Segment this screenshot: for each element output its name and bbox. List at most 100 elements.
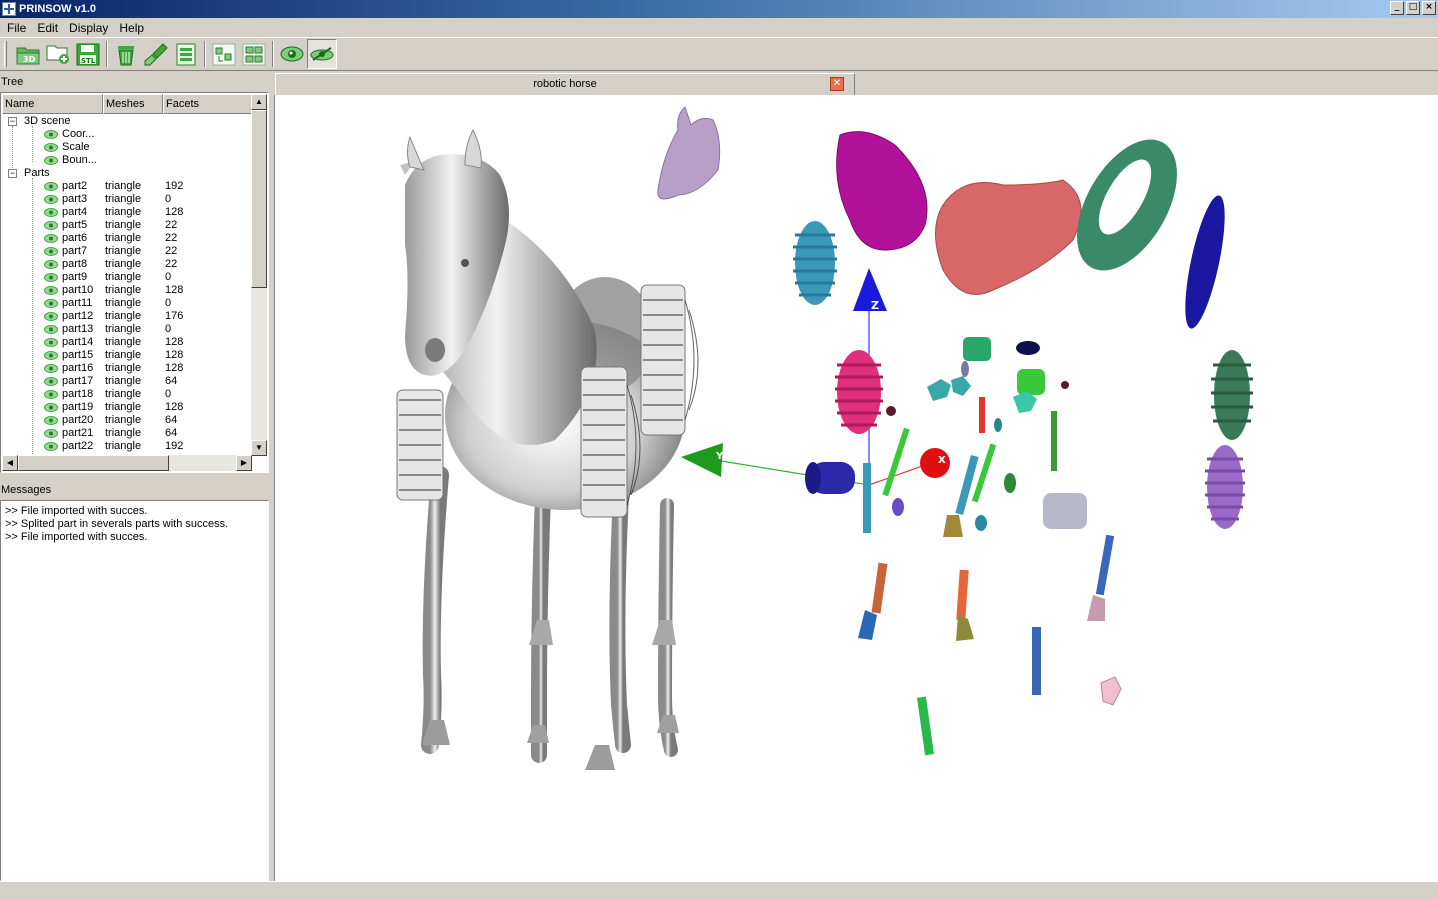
tree-vertical-scrollbar[interactable]: ▲ ▼ bbox=[251, 94, 267, 456]
tree-horizontal-scrollbar[interactable]: ◀ ▶ bbox=[2, 455, 252, 471]
part-name: part10 bbox=[62, 284, 94, 296]
tree-row-part[interactable]: part17 triangle 64 bbox=[2, 375, 252, 388]
visibility-eye-icon[interactable] bbox=[44, 364, 58, 373]
scroll-left-arrow[interactable]: ◀ bbox=[2, 455, 18, 471]
tree-row-part[interactable]: part2 triangle 192 bbox=[2, 180, 252, 193]
menu-edit[interactable]: Edit bbox=[32, 19, 64, 37]
tab-robotic-horse[interactable]: robotic horse ✕ bbox=[275, 73, 855, 95]
minimize-button[interactable]: _ bbox=[1390, 1, 1404, 15]
toolbar: 3D STL bbox=[0, 37, 1438, 71]
tree-row-part[interactable]: part9 triangle 0 bbox=[2, 271, 252, 284]
tree-row-part[interactable]: part11 triangle 0 bbox=[2, 297, 252, 310]
menu-file[interactable]: File bbox=[2, 19, 32, 37]
visibility-eye-icon[interactable] bbox=[44, 442, 58, 451]
column-name[interactable]: Name bbox=[2, 94, 103, 114]
tree-row-part[interactable]: part7 triangle 22 bbox=[2, 245, 252, 258]
visibility-eye-icon[interactable] bbox=[44, 377, 58, 386]
part-facets: 192 bbox=[165, 180, 184, 192]
visibility-eye-icon[interactable] bbox=[44, 429, 58, 438]
tree-row-part[interactable]: part8 triangle 22 bbox=[2, 258, 252, 271]
tree-row-part[interactable]: part16 triangle 128 bbox=[2, 362, 252, 375]
tree-row-part[interactable]: part20 triangle 64 bbox=[2, 414, 252, 427]
visibility-eye-icon[interactable] bbox=[44, 416, 58, 425]
scene-collapse-toggle[interactable]: − bbox=[8, 117, 17, 126]
visibility-eye-icon[interactable] bbox=[44, 221, 58, 230]
tree-row-part[interactable]: part13 triangle 0 bbox=[2, 323, 252, 336]
fly-view-button[interactable] bbox=[307, 39, 337, 69]
save-stl-label: STL bbox=[81, 57, 96, 65]
visibility-eye-icon[interactable] bbox=[44, 390, 58, 399]
visibility-eye-icon[interactable] bbox=[44, 143, 58, 152]
tree-node-scene-child[interactable]: Boun... bbox=[2, 154, 252, 167]
toolbar-grip[interactable] bbox=[4, 41, 7, 67]
visibility-eye-icon[interactable] bbox=[44, 351, 58, 360]
visibility-eye-icon[interactable] bbox=[44, 208, 58, 217]
visibility-eye-icon[interactable] bbox=[44, 325, 58, 334]
column-meshes[interactable]: Meshes bbox=[103, 94, 163, 114]
tree-node-scene-child[interactable]: Scale bbox=[2, 141, 252, 154]
part-facets: 0 bbox=[165, 271, 172, 283]
parts-collapse-toggle[interactable]: − bbox=[8, 169, 17, 178]
visibility-eye-icon[interactable] bbox=[44, 234, 58, 243]
tree-row-part[interactable]: part14 triangle 128 bbox=[2, 336, 252, 349]
column-facets[interactable]: Facets bbox=[163, 94, 252, 114]
tree-row-part[interactable]: part10 triangle 128 bbox=[2, 284, 252, 297]
part-name: part20 bbox=[62, 414, 94, 426]
menu-help[interactable]: Help bbox=[114, 19, 150, 37]
tree-row-part[interactable]: part6 triangle 22 bbox=[2, 232, 252, 245]
tree-row-part[interactable]: part12 triangle 176 bbox=[2, 310, 252, 323]
scroll-thumb[interactable] bbox=[251, 110, 267, 288]
tree-node-3d-scene[interactable]: −3D scene bbox=[2, 115, 252, 128]
visibility-eye-icon[interactable] bbox=[44, 403, 58, 412]
scroll-right-arrow[interactable]: ▶ bbox=[236, 455, 252, 471]
part-facets: 64 bbox=[165, 414, 178, 426]
delete-button[interactable] bbox=[111, 39, 141, 69]
visibility-eye-icon[interactable] bbox=[44, 156, 58, 165]
menu-display[interactable]: Display bbox=[64, 19, 114, 37]
scroll-down-arrow[interactable]: ▼ bbox=[251, 440, 267, 456]
tree-pane-title: Tree bbox=[1, 76, 24, 88]
robotic-horse-model[interactable] bbox=[396, 128, 699, 770]
visibility-eye-icon[interactable] bbox=[44, 273, 58, 282]
save-stl-button[interactable]: STL bbox=[73, 39, 103, 69]
tree-node-scene-child[interactable]: Coor... bbox=[2, 128, 252, 141]
visibility-eye-icon[interactable] bbox=[44, 338, 58, 347]
visibility-eye-icon[interactable] bbox=[44, 247, 58, 256]
arrange-parts-button[interactable] bbox=[239, 39, 269, 69]
tree-row-part[interactable]: part15 triangle 128 bbox=[2, 349, 252, 362]
part-mesh: triangle bbox=[105, 284, 142, 296]
split-parts-button[interactable] bbox=[209, 39, 239, 69]
tree-row-part[interactable]: part5 triangle 22 bbox=[2, 219, 252, 232]
tree-row-part[interactable]: part19 triangle 128 bbox=[2, 401, 252, 414]
tree-row-part[interactable]: part18 triangle 0 bbox=[2, 388, 252, 401]
part-mesh: triangle bbox=[105, 388, 142, 400]
visibility-eye-icon[interactable] bbox=[44, 182, 58, 191]
add-folder-button[interactable] bbox=[43, 39, 73, 69]
tree-row-part[interactable]: part4 triangle 128 bbox=[2, 206, 252, 219]
close-button[interactable]: × bbox=[1422, 1, 1436, 15]
visibility-eye-icon[interactable] bbox=[44, 312, 58, 321]
part-facets: 128 bbox=[165, 362, 184, 374]
visibility-eye-icon[interactable] bbox=[44, 299, 58, 308]
scroll-up-arrow[interactable]: ▲ bbox=[251, 94, 267, 110]
tree-row-part[interactable]: part22 triangle 192 bbox=[2, 440, 252, 453]
visibility-eye-icon[interactable] bbox=[44, 195, 58, 204]
tree-row-part[interactable]: part21 triangle 64 bbox=[2, 427, 252, 440]
3d-viewport[interactable]: Z Y X bbox=[274, 95, 1438, 881]
exploded-parts[interactable] bbox=[657, 106, 1253, 756]
paint-button[interactable] bbox=[141, 39, 171, 69]
tree-row-part[interactable]: part3 triangle 0 bbox=[2, 193, 252, 206]
part-mesh: triangle bbox=[105, 245, 142, 257]
notes-button[interactable] bbox=[171, 39, 201, 69]
open-3d-button[interactable]: 3D bbox=[13, 39, 43, 69]
visibility-eye-icon[interactable] bbox=[44, 130, 58, 139]
visibility-eye-icon[interactable] bbox=[44, 286, 58, 295]
maximize-button[interactable]: □ bbox=[1406, 1, 1420, 15]
tree-node-parts[interactable]: − Parts bbox=[2, 167, 252, 180]
part-facets: 176 bbox=[165, 310, 184, 322]
tab-close-button[interactable]: ✕ bbox=[830, 77, 844, 91]
visibility-eye-icon[interactable] bbox=[44, 260, 58, 269]
view-eye-button[interactable] bbox=[277, 39, 307, 69]
scene-canvas[interactable]: Z Y X bbox=[275, 95, 1438, 881]
hscroll-thumb[interactable] bbox=[18, 455, 169, 471]
